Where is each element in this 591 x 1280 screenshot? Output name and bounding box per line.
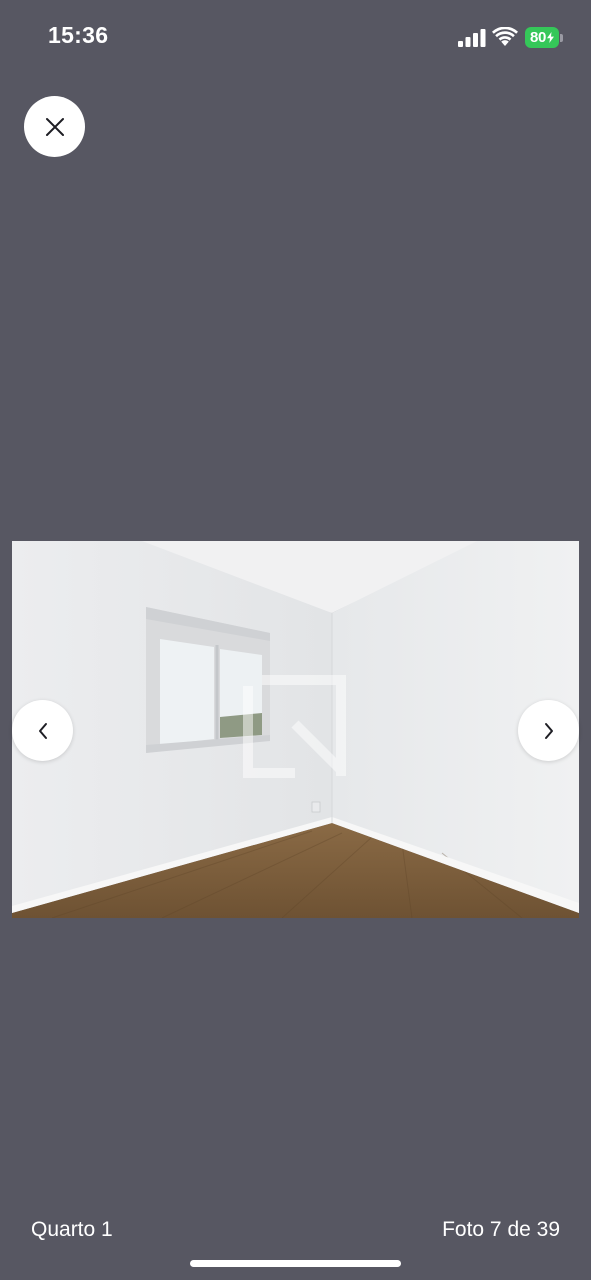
status-bar: 15:36 80: [0, 0, 591, 76]
photo-caption: Quarto 1: [31, 1218, 113, 1241]
battery-indicator: 80: [525, 27, 559, 48]
photo-counter: Foto 7 de 39: [442, 1218, 560, 1241]
close-button[interactable]: [24, 96, 85, 157]
chevron-right-icon: [544, 722, 553, 739]
chevron-left-icon: [38, 722, 47, 739]
status-time: 15:36: [48, 22, 109, 48]
battery-level: 80: [529, 29, 547, 46]
home-indicator[interactable]: [190, 1260, 401, 1267]
close-icon: [45, 117, 64, 136]
wifi-icon: [492, 27, 518, 46]
previous-photo-button[interactable]: [12, 700, 73, 761]
cellular-signal-icon: [458, 29, 486, 47]
next-photo-button[interactable]: [518, 700, 579, 761]
charging-bolt-icon: [547, 32, 555, 43]
photo-viewer-screen: 15:36 80 Quarto 1 Foto 7 de 39: [0, 0, 591, 1280]
battery-tip: [560, 34, 563, 42]
listing-photo: [12, 541, 579, 918]
